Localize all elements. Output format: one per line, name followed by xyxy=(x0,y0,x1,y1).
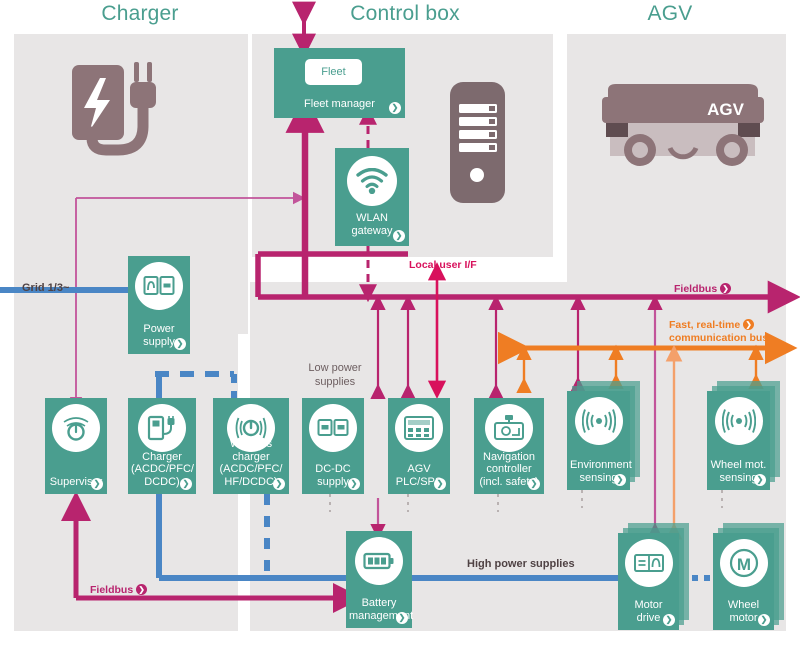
sensor-wave-icon xyxy=(574,397,623,445)
plc-icon xyxy=(395,404,443,452)
lps-line1: Low power xyxy=(308,362,362,374)
charger-line2: (ACDC/PFC/ xyxy=(131,463,194,475)
label-low-power-supplies: Low power supplies xyxy=(299,361,371,389)
charger-plug-illustration xyxy=(70,60,185,165)
chevron-icon[interactable]: ❯ xyxy=(743,319,755,330)
charger-line3: DCDC) xyxy=(144,475,180,488)
chevron-icon[interactable]: ❯ xyxy=(396,612,408,624)
ps-line2: supply xyxy=(143,335,175,348)
label-fieldbus-bottom: Fieldbus ❯ xyxy=(90,584,148,597)
node-battery-management[interactable]: Battery management ❯ xyxy=(346,531,413,628)
wm-line1: Wheel xyxy=(727,599,760,611)
charger-line1: Charger xyxy=(142,450,182,463)
fleet-badge: Fleet xyxy=(305,59,362,85)
label-high-power-supplies: High power supplies xyxy=(467,558,575,570)
node-fleet-manager[interactable]: Fleet Fleet manager ❯ xyxy=(274,48,405,118)
dcdc-line2: supply xyxy=(317,475,349,488)
node-motor-drive[interactable]: Motor drive ❯ xyxy=(618,533,679,630)
node-charger[interactable]: Charger (ACDC/PFC/ DCDC) ❯ xyxy=(128,398,196,494)
node-environment-sensing[interactable]: Environment sensing ❯ xyxy=(567,391,632,490)
battery-icon xyxy=(355,537,403,585)
node-wireless-charger[interactable]: Wireless charger (ACDC/PFC/ HF/DCDC) ❯ xyxy=(213,398,289,494)
wms-line2: sensing xyxy=(719,471,758,484)
chevron-icon[interactable]: ❯ xyxy=(720,283,732,294)
label-local-user-if: Local user I/F xyxy=(409,259,477,271)
env-line1: Environment xyxy=(570,459,632,471)
agv-vehicle-illustration: AGV xyxy=(592,78,772,176)
chevron-icon[interactable]: ❯ xyxy=(754,474,766,486)
chevron-icon[interactable]: ❯ xyxy=(136,584,148,595)
chevron-icon[interactable]: ❯ xyxy=(273,478,285,490)
fast-bus-line1: Fast, real-time xyxy=(669,319,741,331)
motor-m-icon: M xyxy=(719,539,768,587)
chevron-icon[interactable]: ❯ xyxy=(434,478,446,490)
inverter-icon xyxy=(624,539,673,587)
wc-line2: (ACDC/PFC/ xyxy=(219,463,283,475)
label-grid-input: Grid 1/3~ xyxy=(22,282,70,294)
chevron-icon[interactable]: ❯ xyxy=(528,478,540,490)
chevron-icon[interactable]: ❯ xyxy=(758,614,770,626)
chevron-icon[interactable]: ❯ xyxy=(91,478,103,490)
dcdc-icon xyxy=(309,404,357,452)
chevron-icon[interactable]: ❯ xyxy=(663,614,675,626)
md-line1: Motor xyxy=(634,599,663,611)
fieldbus-top-text: Fieldbus xyxy=(674,283,718,295)
server-tower-illustration xyxy=(448,80,508,205)
node-wheel-motor[interactable]: M Wheel motor ❯ xyxy=(713,533,774,630)
node-wheel-motor-sensing[interactable]: Wheel mot. sensing ❯ xyxy=(707,391,770,490)
section-title-agv: AGV xyxy=(647,2,693,25)
wlan-line1: WLAN xyxy=(356,212,388,224)
wms-line1: Wheel mot. xyxy=(710,459,767,471)
bm-line1: Battery xyxy=(361,597,397,609)
chevron-icon[interactable]: ❯ xyxy=(614,474,626,486)
wc-line1: Wireless charger xyxy=(229,438,273,463)
nav-line2: controller xyxy=(486,463,532,475)
env-line2: sensing xyxy=(579,471,618,484)
charger-plug-icon xyxy=(138,404,186,452)
supervisor-gauge-icon xyxy=(52,404,100,452)
wm-line2: motor xyxy=(729,611,758,624)
wc-line3: HF/DCDC) xyxy=(224,475,278,488)
plc-line1: AGV xyxy=(407,463,431,475)
chevron-icon[interactable]: ❯ xyxy=(393,230,405,242)
chevron-icon[interactable]: ❯ xyxy=(389,102,401,114)
dcdc-line1: DC-DC xyxy=(315,463,351,475)
label-fast-realtime-bus: Fast, real-time ❯ communication bus xyxy=(669,319,768,345)
md-line2: drive xyxy=(636,611,661,624)
node-agv-plc[interactable]: AGV PLC/SPS ❯ xyxy=(388,398,450,494)
wlan-line2: gateway xyxy=(351,224,393,237)
sensor-wave-icon xyxy=(714,397,763,445)
node-supervisor[interactable]: Supervisor ❯ xyxy=(45,398,107,494)
nav-line1: Navigation xyxy=(483,450,535,463)
chevron-icon[interactable]: ❯ xyxy=(180,478,192,490)
node-wlan-gateway[interactable]: WLAN gateway ❯ xyxy=(335,148,409,246)
section-title-charger: Charger xyxy=(101,2,179,25)
fieldbus-bottom-text: Fieldbus xyxy=(90,584,134,596)
section-title-controlbox: Control box xyxy=(350,2,460,25)
node-dcdc-supply[interactable]: DC-DC supply ❯ xyxy=(302,398,364,494)
agv-vehicle-label: AGV xyxy=(707,100,745,119)
label-fieldbus-top: Fieldbus ❯ xyxy=(674,283,732,296)
navigation-icon xyxy=(485,404,533,452)
node-label-fleet-manager: Fleet manager xyxy=(304,97,375,110)
wifi-icon xyxy=(347,156,397,206)
svg-text:M: M xyxy=(736,555,750,574)
ps-line1: Power xyxy=(143,323,175,335)
chevron-icon[interactable]: ❯ xyxy=(348,478,360,490)
node-power-supply[interactable]: Power supply ❯ xyxy=(128,256,190,354)
diagram-canvas: Charger Control box AGV AGV Fleet Fleet … xyxy=(0,0,800,651)
lps-line2: supplies xyxy=(314,376,356,388)
node-navigation-controller[interactable]: Navigation controller (incl. safety) ❯ xyxy=(474,398,544,494)
power-supply-icon xyxy=(135,262,183,310)
chevron-icon[interactable]: ❯ xyxy=(174,338,186,350)
fast-bus-line2: communication bus xyxy=(669,332,769,344)
